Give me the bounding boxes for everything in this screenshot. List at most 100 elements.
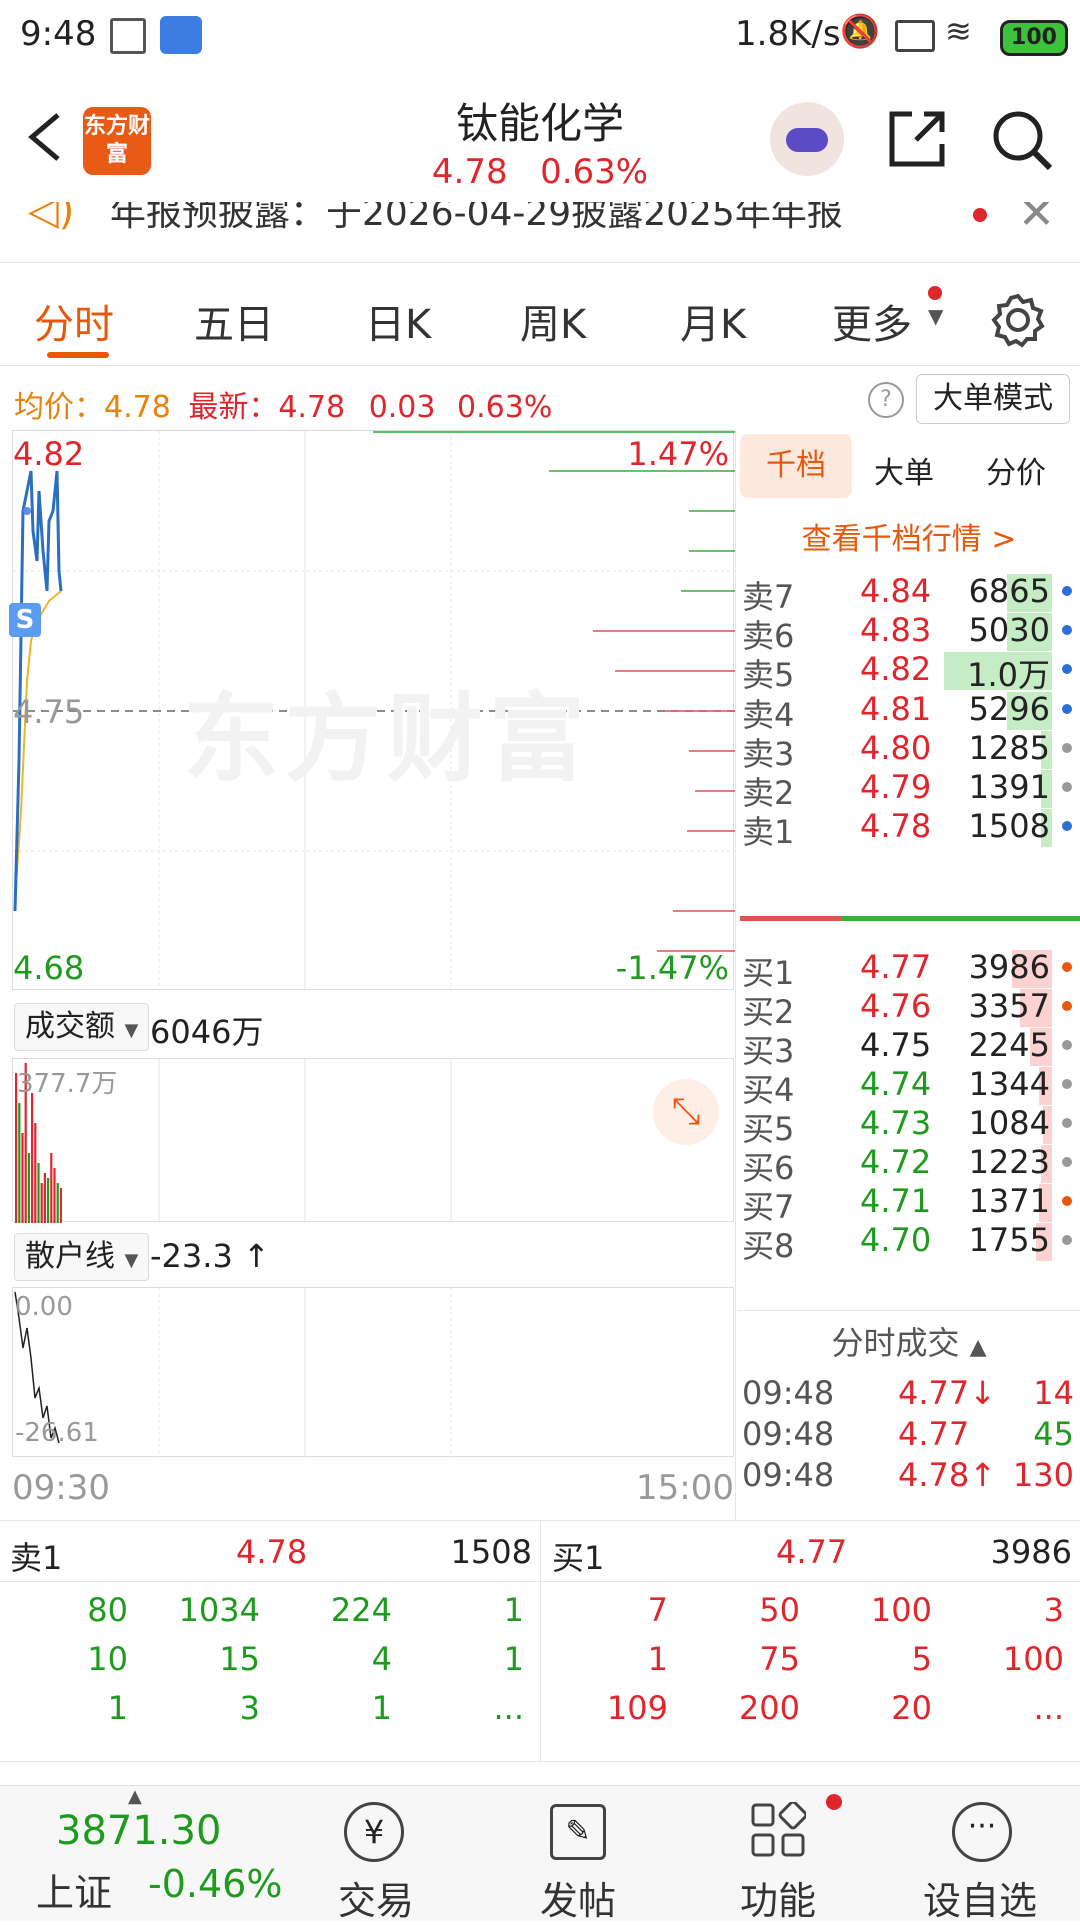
buy-depth-cell: 5 [911, 1640, 932, 1678]
volume-max-label: 377.7万 [17, 1069, 118, 1099]
price-info-line: 均价：4.78 最新：4.78 0.03 0.63% ? 大单模式 [0, 368, 1080, 430]
sell-depth-cell: 1 [371, 1689, 392, 1727]
buy-depth-cell: 7 [647, 1591, 668, 1629]
sell-depth-cell: 224 [330, 1591, 392, 1629]
pct-low-label: -1.47% [615, 949, 729, 987]
volume-header: 成交额 ▼ 6046万 [0, 995, 735, 1057]
index-name: 上证 [36, 1871, 113, 1915]
sell-depth-cell: 15 [219, 1640, 260, 1678]
bid-status-dot [1062, 1001, 1072, 1011]
nav-add-watchlist-label: 设自选 [922, 1879, 1037, 1923]
order-book-panel: 千档 大单 分价 查看千档行情 > 卖7 4.84 6865 卖6 4.83 5030 卖5… [738, 430, 1080, 1520]
buy-depth-cell: ... [1033, 1689, 1064, 1727]
volume-bar [40, 1183, 43, 1223]
nav-add-watchlist[interactable]: ··· 设自选 [900, 1786, 1060, 1923]
sell-depth-cell: ... [493, 1689, 524, 1727]
separator [738, 1310, 1080, 1311]
watermark: 东方财富 [183, 683, 591, 795]
chevron-down-icon: ▼ [124, 1020, 139, 1041]
tab-price-distribution[interactable]: 分价 [986, 448, 1046, 492]
ask-status-dot [1062, 586, 1072, 596]
big-order-mode-button[interactable]: 大单模式 [916, 374, 1070, 424]
ask-volume: 1508 [968, 807, 1050, 846]
ai-assistant-icon[interactable] [770, 102, 844, 176]
tab-weekly-k[interactable]: 周K [520, 292, 586, 350]
sell-depth-cell: 1 [503, 1591, 524, 1629]
search-icon[interactable] [990, 108, 1054, 172]
tick-volume: 130 [1012, 1456, 1074, 1494]
tab-active-underline [47, 352, 109, 358]
nav-post-label: 发帖 [539, 1879, 616, 1923]
tab-five-day[interactable]: 五日 [194, 292, 274, 350]
volume-bar [50, 1153, 53, 1223]
bid-status-dot [1062, 962, 1072, 972]
volume-indicator-select[interactable]: 成交额 ▼ [14, 1003, 150, 1051]
nav-functions[interactable]: 功能 [698, 1786, 858, 1923]
buy-depth-cell: 1 [647, 1640, 668, 1678]
notice-text[interactable]: 年报预披露：于2026-04-29披露2025年年报 [110, 202, 843, 236]
collapse-icon: ▲ [969, 1335, 987, 1360]
volume-chart[interactable]: 377.7万 ⤡ [12, 1058, 734, 1223]
tab-intraday[interactable]: 分时 [34, 292, 114, 350]
tick-price: 4.77↓ [898, 1374, 997, 1412]
tab-more[interactable]: 更多 [832, 292, 912, 350]
depth-sell-price: 4.78 [236, 1533, 308, 1571]
price-low-label: 4.68 [13, 949, 85, 987]
depth-detail-table[interactable]: 卖1 4.78 1508 买1 4.77 3986 80 1034 224 1 10 15… [0, 1520, 1080, 1762]
sell-depth-cell: 80 [87, 1591, 128, 1629]
nav-post[interactable]: ✎ 发帖 [498, 1786, 658, 1923]
nav-functions-label: 功能 [739, 1879, 816, 1923]
bid-list: 买1 4.77 3986 买2 4.76 3357 买3 4.75 2245 买4 4.74 1344… [738, 942, 1080, 1326]
tick-price: 4.78↑ [898, 1456, 997, 1494]
ticker-up-caret-icon: ▲ [128, 1786, 142, 1807]
bottom-nav: ▲ 3871.30 上证 -0.46% ¥ 交易 ✎ 发帖 功能 ··· 设自选 [0, 1785, 1080, 1923]
retail-indicator-select[interactable]: 散户线 ▼ [14, 1233, 150, 1281]
notice-dot [973, 208, 987, 222]
change-pct: 0.63% [457, 390, 553, 425]
volume-bars [15, 1059, 452, 1223]
latest-label: 最新： [188, 390, 279, 425]
bid-price: 4.70 [860, 1221, 932, 1259]
s-badge-icon[interactable]: S [9, 603, 41, 637]
volume-bar [27, 1153, 30, 1223]
notice-bar[interactable]: ◁) 年报预披露：于2026-04-29披露2025年年报 ✕ [0, 202, 1080, 263]
trade-yen-icon: ¥ [344, 1802, 404, 1862]
sell-depth-cell: 1034 [178, 1591, 260, 1629]
tick-trades-title-text: 分时成交 [831, 1324, 960, 1362]
bid-status-dot [1062, 1040, 1072, 1050]
settings-gear-icon[interactable] [990, 292, 1046, 348]
tab-thousand-level[interactable]: 千档 [740, 434, 852, 498]
retail-line-header: 散户线 ▼ -23.3 ↑ [0, 1225, 735, 1287]
tick-trades-title[interactable]: 分时成交 ▲ [738, 1318, 1080, 1364]
help-icon[interactable]: ? [868, 382, 904, 418]
tab-monthly-k[interactable]: 月K [680, 292, 746, 350]
functions-badge-dot [826, 1794, 842, 1810]
expand-icon[interactable]: ⤡ [653, 1079, 719, 1145]
volume-bar [47, 1178, 50, 1223]
ask-row[interactable]: 卖1 4.78 1508 [738, 801, 1080, 851]
turnover-total: 6046万 [150, 1013, 264, 1051]
close-icon[interactable]: ✕ [1018, 202, 1055, 239]
tab-daily-k[interactable]: 日K [365, 292, 431, 350]
volume-bar [21, 1133, 24, 1223]
bid-row[interactable]: 买8 4.70 1755 [738, 1215, 1080, 1265]
ask-level-label: 卖1 [742, 813, 795, 852]
nav-trade[interactable]: ¥ 交易 [296, 1786, 456, 1923]
post-edit-icon: ✎ [550, 1804, 606, 1860]
share-icon[interactable] [886, 108, 948, 170]
index-ticker[interactable]: ▲ 3871.30 上证 -0.46% [0, 1786, 282, 1921]
app-notification-icon [160, 16, 202, 54]
retail-line-value: -23.3 ↑ [150, 1237, 270, 1275]
buy-depth-cell: 3 [1043, 1591, 1064, 1629]
speaker-icon: ◁) [28, 202, 75, 234]
intraday-price-chart[interactable]: 东方财富 4.82 4.75 4.68 1.47% -1.47% S [9, 430, 735, 991]
time-axis-start: 09:30 [12, 1468, 110, 1508]
tab-big-order[interactable]: 大单 [874, 448, 934, 492]
calendar-icon [110, 18, 146, 54]
retail-line-chart[interactable]: 0.00 -26.61 [12, 1287, 734, 1458]
bid-level-label: 买8 [742, 1227, 795, 1265]
retail-bottom-label: -26.61 [15, 1418, 99, 1448]
volume-bar [53, 1168, 56, 1223]
buy-depth-cell: 100 [870, 1591, 932, 1629]
view-depth-link[interactable]: 查看千档行情 > [738, 514, 1080, 558]
